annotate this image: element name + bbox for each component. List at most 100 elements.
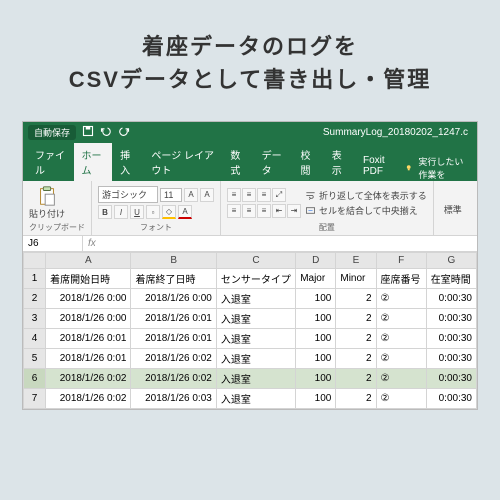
header-row[interactable]: 1 着席開始日時 着席終了日時 センサータイプ Major Minor 座席番号… (24, 269, 477, 289)
cell[interactable]: ② (376, 389, 426, 409)
decrease-font-icon[interactable]: A (200, 188, 214, 202)
table-row[interactable]: 22018/1/26 0:002018/1/26 0:00入退室1002②0:0… (24, 289, 477, 309)
cell[interactable]: 2 (336, 369, 376, 389)
tab-view[interactable]: 表示 (324, 143, 355, 181)
font-size-select[interactable]: 11 (160, 188, 182, 202)
cell[interactable]: 0:00:30 (426, 309, 476, 329)
cell[interactable]: センサータイプ (216, 269, 295, 289)
table-row[interactable]: 72018/1/26 0:022018/1/26 0:03入退室1002②0:0… (24, 389, 477, 409)
border-button[interactable]: ▫ (146, 205, 160, 219)
cell[interactable]: ② (376, 329, 426, 349)
table-row[interactable]: 52018/1/26 0:012018/1/26 0:02入退室1002②0:0… (24, 349, 477, 369)
col-header-E[interactable]: E (336, 253, 376, 269)
row-header[interactable]: 3 (24, 309, 46, 329)
align-left-icon[interactable]: ≡ (227, 204, 241, 218)
cell[interactable]: ② (376, 349, 426, 369)
select-all-corner[interactable] (24, 253, 46, 269)
save-icon[interactable] (82, 125, 94, 140)
cell[interactable]: 100 (296, 389, 336, 409)
italic-button[interactable]: I (114, 205, 128, 219)
cell[interactable]: 着席終了日時 (131, 269, 216, 289)
autosave-toggle[interactable]: 自動保存 (28, 125, 76, 140)
cell[interactable]: 2 (336, 309, 376, 329)
redo-icon[interactable] (118, 125, 130, 140)
bold-button[interactable]: B (98, 205, 112, 219)
indent-decrease-icon[interactable]: ⇤ (272, 204, 286, 218)
cell[interactable]: 在室時間 (426, 269, 476, 289)
cell[interactable]: 2018/1/26 0:02 (46, 389, 131, 409)
cell[interactable]: 100 (296, 369, 336, 389)
cell[interactable]: ② (376, 289, 426, 309)
cell[interactable]: ② (376, 309, 426, 329)
cell[interactable]: 2018/1/26 0:02 (131, 369, 216, 389)
worksheet[interactable]: A B C D E F G 1 着席開始日時 着席終了日時 センサータイプ Ma… (23, 252, 477, 409)
cell[interactable]: 0:00:30 (426, 369, 476, 389)
tab-home[interactable]: ホーム (74, 143, 113, 181)
cell[interactable]: 入退室 (216, 289, 295, 309)
font-color-button[interactable]: A (178, 205, 192, 219)
cell[interactable]: 2 (336, 329, 376, 349)
formula-input[interactable]: fx (83, 236, 101, 251)
row-header[interactable]: 6 (24, 369, 46, 389)
cell[interactable]: 2018/1/26 0:01 (46, 349, 131, 369)
tab-review[interactable]: 校閲 (292, 143, 323, 181)
cell[interactable]: 2018/1/26 0:03 (131, 389, 216, 409)
cell[interactable]: 2018/1/26 0:00 (131, 289, 216, 309)
cell[interactable]: 2018/1/26 0:01 (131, 329, 216, 349)
tell-me[interactable]: 実行したい作業を (405, 155, 477, 181)
tab-page-layout[interactable]: ページ レイアウト (143, 143, 222, 181)
number-format-select[interactable]: 標準 (440, 203, 462, 216)
col-header-B[interactable]: B (131, 253, 216, 269)
name-box[interactable]: J6 (23, 236, 83, 251)
cell[interactable]: 2018/1/26 0:01 (131, 309, 216, 329)
table-row[interactable]: 62018/1/26 0:022018/1/26 0:02入退室1002②0:0… (24, 369, 477, 389)
table-row[interactable]: 32018/1/26 0:002018/1/26 0:01入退室1002②0:0… (24, 309, 477, 329)
table-row[interactable]: 42018/1/26 0:012018/1/26 0:01入退室1002②0:0… (24, 329, 477, 349)
fill-color-button[interactable]: ◇ (162, 205, 176, 219)
tab-formulas[interactable]: 数式 (222, 143, 253, 181)
cell[interactable]: 2018/1/26 0:00 (46, 289, 131, 309)
orientation-icon[interactable]: ⤢ (272, 188, 286, 202)
row-header[interactable]: 2 (24, 289, 46, 309)
cell[interactable]: 100 (296, 329, 336, 349)
underline-button[interactable]: U (130, 205, 144, 219)
indent-increase-icon[interactable]: ⇥ (287, 204, 301, 218)
cell[interactable]: 0:00:30 (426, 329, 476, 349)
tab-foxit-pdf[interactable]: Foxit PDF (355, 151, 405, 181)
cell[interactable]: 100 (296, 349, 336, 369)
tab-data[interactable]: データ (254, 143, 293, 181)
col-header-G[interactable]: G (426, 253, 476, 269)
row-header[interactable]: 7 (24, 389, 46, 409)
wrap-text-button[interactable]: 折り返して全体を表示する (305, 189, 427, 202)
cell[interactable]: 入退室 (216, 349, 295, 369)
row-header[interactable]: 1 (24, 269, 46, 289)
data-grid[interactable]: A B C D E F G 1 着席開始日時 着席終了日時 センサータイプ Ma… (23, 252, 477, 409)
cell[interactable]: 2018/1/26 0:02 (46, 369, 131, 389)
col-header-C[interactable]: C (216, 253, 295, 269)
cell[interactable]: 100 (296, 289, 336, 309)
cell[interactable]: 0:00:30 (426, 389, 476, 409)
cell[interactable]: 座席番号 (376, 269, 426, 289)
cell[interactable]: ② (376, 369, 426, 389)
cell[interactable]: Major (296, 269, 336, 289)
cell[interactable]: 2018/1/26 0:01 (46, 329, 131, 349)
row-header[interactable]: 5 (24, 349, 46, 369)
align-bottom-icon[interactable]: ≡ (257, 188, 271, 202)
align-center-icon[interactable]: ≡ (242, 204, 256, 218)
increase-font-icon[interactable]: A (184, 188, 198, 202)
undo-icon[interactable] (100, 125, 112, 140)
cell[interactable]: Minor (336, 269, 376, 289)
align-middle-icon[interactable]: ≡ (242, 188, 256, 202)
merge-center-button[interactable]: セルを結合して中央揃え (305, 204, 427, 217)
cell[interactable]: 0:00:30 (426, 289, 476, 309)
cell[interactable]: 入退室 (216, 309, 295, 329)
cell[interactable]: 着席開始日時 (46, 269, 131, 289)
cell[interactable]: 2 (336, 289, 376, 309)
col-header-A[interactable]: A (46, 253, 131, 269)
cell[interactable]: 2 (336, 389, 376, 409)
align-top-icon[interactable]: ≡ (227, 188, 241, 202)
tab-file[interactable]: ファイル (27, 143, 74, 181)
cell[interactable]: 入退室 (216, 389, 295, 409)
cell[interactable]: 2 (336, 349, 376, 369)
cell[interactable]: 入退室 (216, 329, 295, 349)
